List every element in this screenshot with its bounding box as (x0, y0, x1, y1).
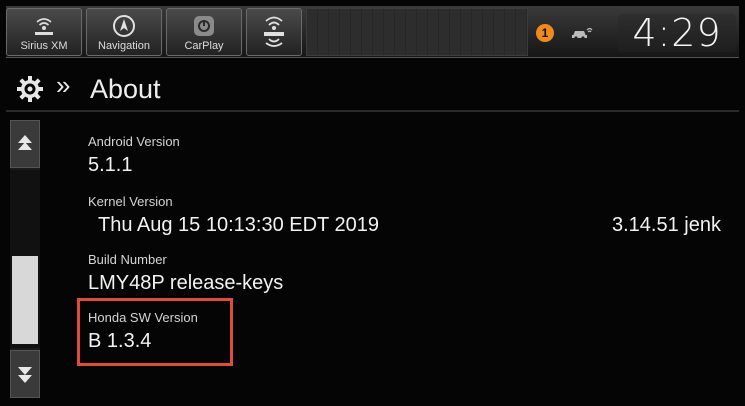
kernel-version-date: Thu Aug 15 10:13:30 EDT 2019 (98, 214, 379, 236)
clock: 4:29 (618, 14, 736, 52)
scroll-to-top-icon (18, 135, 32, 150)
title-bar: » About (6, 62, 739, 112)
gear-icon[interactable] (16, 75, 44, 103)
carplay-tile-label: CarPlay (184, 40, 224, 52)
kernel-version-number: 3.14.51 jenk (612, 214, 721, 236)
highlight-box (77, 298, 233, 366)
kernel-version-label: Kernel Version (88, 194, 173, 209)
scroll-column (10, 120, 40, 398)
siriusxm-tile[interactable]: Sirius XM (6, 8, 82, 56)
alert-badge[interactable]: 1 (536, 24, 554, 42)
siriusxm-tile-label: Sirius XM (20, 40, 68, 52)
scroll-top-button[interactable] (10, 120, 40, 168)
top-bar: Sirius XM Navigation CarPlay 1 4:29 (6, 6, 739, 58)
carplay-tile[interactable]: CarPlay (166, 8, 242, 56)
scrollbar-thumb[interactable] (12, 256, 38, 344)
build-number-value: LMY48P release-keys (88, 272, 284, 294)
head-unit-screen: Sirius XM Navigation CarPlay 1 4:29 » Ab… (0, 0, 745, 406)
android-version-label: Android Version (88, 134, 180, 149)
navigation-tile[interactable]: Navigation (86, 8, 162, 56)
compass-icon (113, 15, 135, 37)
page-title: About (90, 74, 161, 104)
connected-car-icon (572, 27, 593, 40)
title-divider (6, 110, 739, 112)
carplay-icon (194, 16, 214, 36)
scroll-to-bottom-icon (18, 367, 32, 383)
scrollbar-track[interactable] (10, 170, 40, 348)
siriusxm-signal-tile[interactable] (246, 8, 302, 56)
siriusxm-signal-icon (264, 16, 284, 47)
topbar-spacer (306, 8, 528, 56)
scroll-bottom-button[interactable] (10, 350, 40, 398)
navigation-tile-label: Navigation (98, 40, 150, 52)
about-info-list: Android Version 5.1.1 Kernel Version Thu… (60, 120, 740, 400)
build-number-label: Build Number (88, 252, 167, 267)
android-version-value: 5.1.1 (88, 154, 133, 176)
siriusxm-logo-icon (35, 18, 53, 35)
breadcrumb-chevron: » (56, 70, 71, 100)
